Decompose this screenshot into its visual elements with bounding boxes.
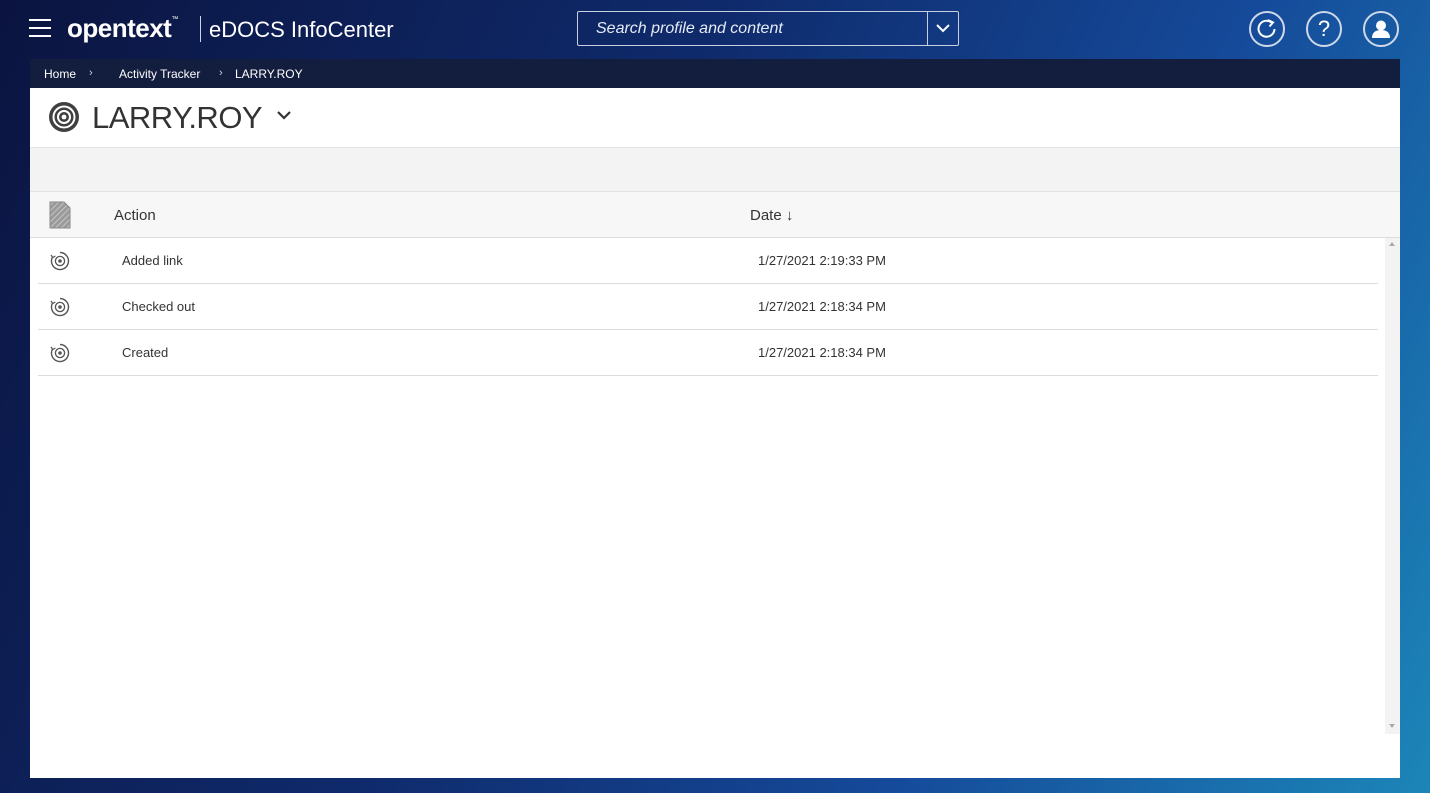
list-item[interactable]: Checked out 1/27/2021 2:18:34 PM xyxy=(38,284,1378,330)
breadcrumb: Home › Activity Tracker › LARRY.ROY xyxy=(30,59,1400,88)
date-label: Date xyxy=(750,207,782,224)
chevron-down-icon xyxy=(936,24,950,33)
opentext-logo: opentext™ xyxy=(67,13,178,44)
main-panel: Home › Activity Tracker › LARRY.ROY LARR… xyxy=(30,59,1400,778)
activity-icon xyxy=(50,251,70,271)
search-box xyxy=(577,11,959,46)
brand-logo-text: opentext xyxy=(67,13,172,43)
activity-list: Added link 1/27/2021 2:19:33 PM Checked … xyxy=(38,238,1378,376)
search-options-dropdown[interactable] xyxy=(927,12,958,45)
toolbar-strip xyxy=(30,148,1400,192)
chevron-down-icon[interactable] xyxy=(276,110,292,120)
breadcrumb-activity-tracker[interactable]: Activity Tracker xyxy=(119,67,200,81)
row-action: Checked out xyxy=(122,299,195,314)
user-icon xyxy=(1372,20,1390,38)
help-icon: ? xyxy=(1317,16,1331,41)
refresh-icon xyxy=(1257,19,1276,38)
scroll-up-arrow-icon[interactable] xyxy=(1389,242,1395,246)
breadcrumb-current: LARRY.ROY xyxy=(235,67,303,81)
refresh-button[interactable] xyxy=(1249,11,1285,47)
activity-icon xyxy=(50,297,70,317)
vertical-scrollbar[interactable] xyxy=(1385,238,1400,734)
menu-icon[interactable] xyxy=(29,19,51,37)
activity-tracker-icon xyxy=(49,102,79,132)
list-header: Action Date ↓ xyxy=(30,192,1400,238)
activity-icon xyxy=(50,343,70,363)
row-date: 1/27/2021 2:18:34 PM xyxy=(758,345,886,360)
list-item[interactable]: Added link 1/27/2021 2:19:33 PM xyxy=(38,238,1378,284)
sort-descending-icon: ↓ xyxy=(785,207,794,224)
page-title-bar: LARRY.ROY xyxy=(30,88,1400,148)
row-date: 1/27/2021 2:18:34 PM xyxy=(758,299,886,314)
help-button[interactable]: ? xyxy=(1306,11,1342,47)
trademark-mark: ™ xyxy=(171,16,178,23)
search-input[interactable] xyxy=(578,12,930,45)
document-type-icon xyxy=(49,201,71,229)
scroll-down-arrow-icon[interactable] xyxy=(1389,724,1395,728)
app-header: opentext™ eDOCS InfoCenter ? xyxy=(0,0,1430,60)
brand-divider xyxy=(200,16,201,42)
breadcrumb-separator: › xyxy=(219,67,223,79)
page-title: LARRY.ROY xyxy=(92,100,263,135)
breadcrumb-home[interactable]: Home xyxy=(44,67,76,81)
column-header-action[interactable]: Action xyxy=(114,207,156,224)
row-action: Added link xyxy=(122,253,183,268)
list-item[interactable]: Created 1/27/2021 2:18:34 PM xyxy=(38,330,1378,376)
row-date: 1/27/2021 2:19:33 PM xyxy=(758,253,886,268)
breadcrumb-separator: › xyxy=(89,67,93,79)
user-menu-button[interactable] xyxy=(1363,11,1399,47)
column-header-date[interactable]: Date ↓ xyxy=(750,207,793,224)
row-action: Created xyxy=(122,345,169,360)
product-name: eDOCS InfoCenter xyxy=(209,17,394,42)
